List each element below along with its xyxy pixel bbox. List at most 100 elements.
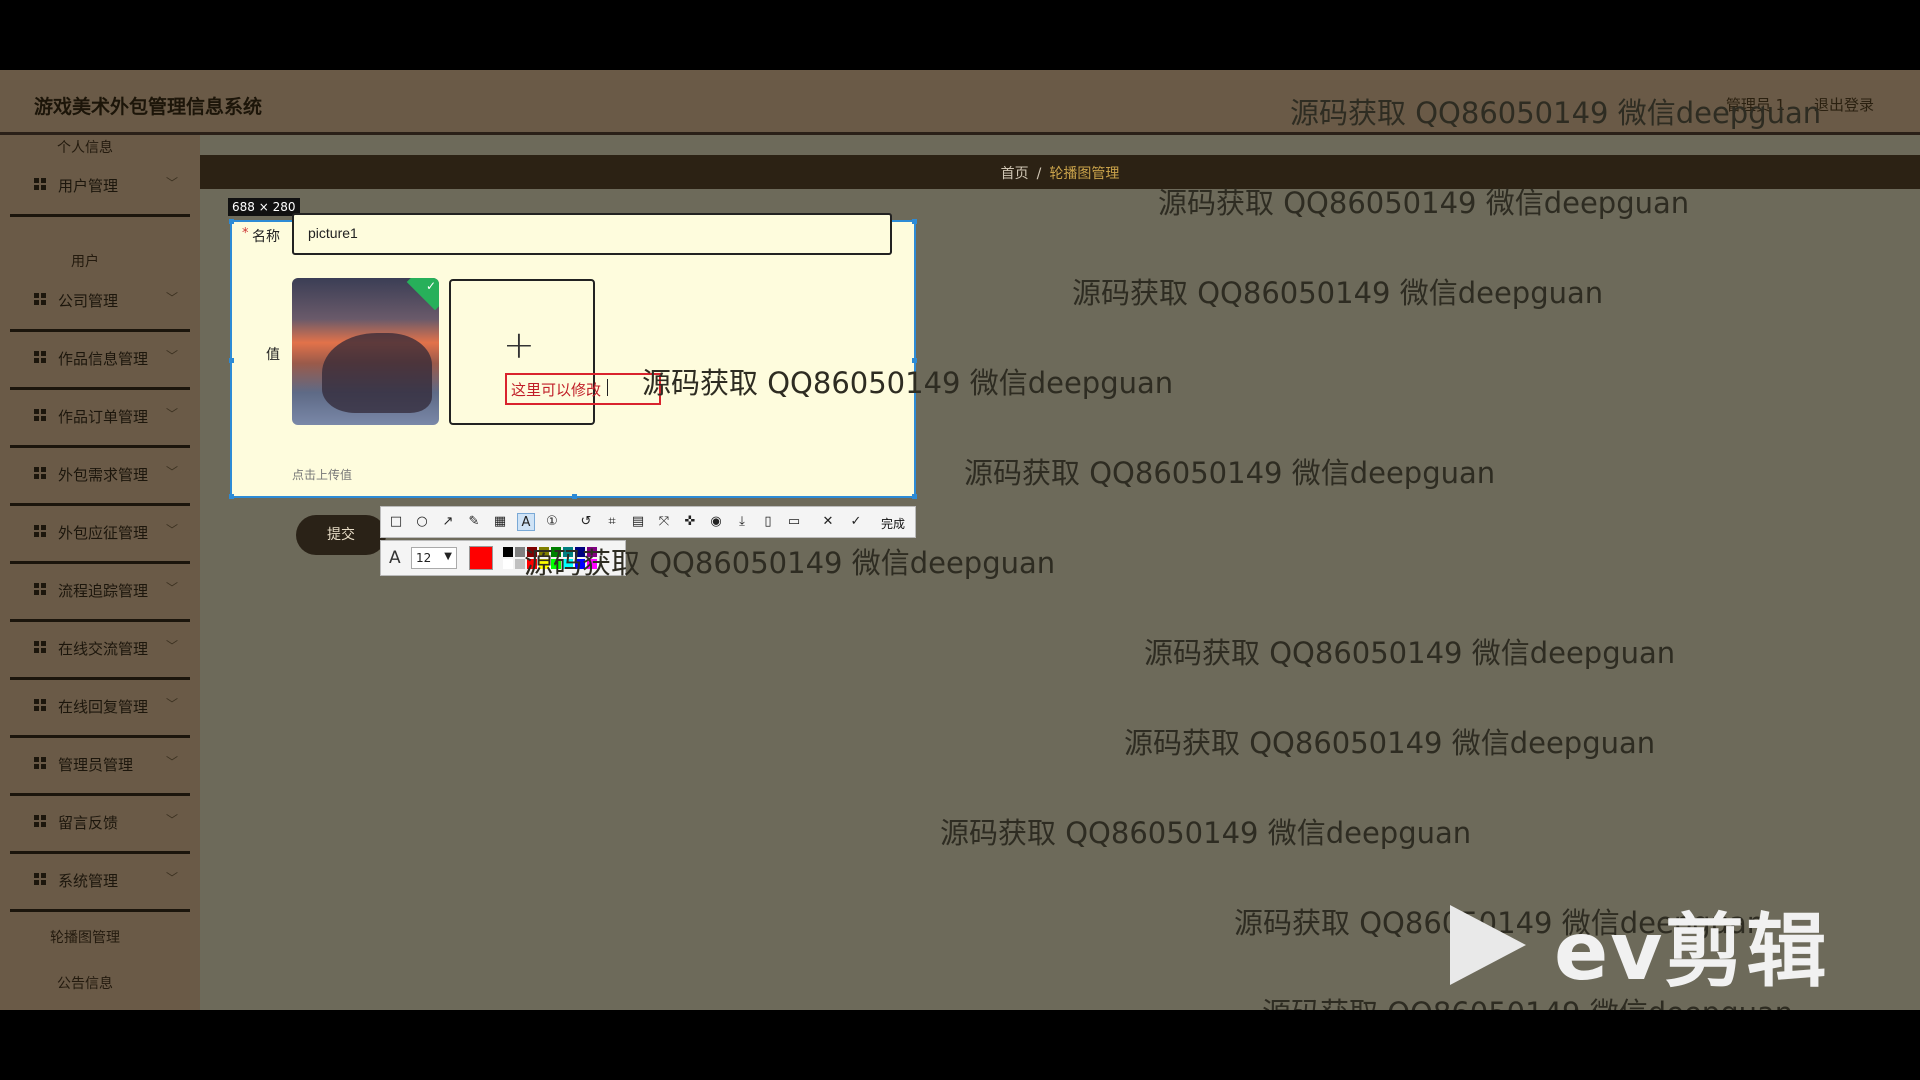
logout-link[interactable]: 退出登录 [1814, 96, 1874, 114]
grid-icon [34, 293, 46, 305]
sidebar-item-label: 在线回复管理 [58, 698, 149, 716]
pencil-icon[interactable]: ✎ [465, 513, 483, 531]
resize-handle[interactable] [912, 219, 917, 224]
submit-button[interactable]: 提交 [296, 515, 386, 555]
chevron-down-icon: ﹀ [165, 871, 178, 885]
text-icon[interactable]: A [517, 513, 535, 531]
sidebar-item-label: 作品信息管理 [58, 350, 149, 368]
number-icon[interactable]: ① [543, 513, 561, 531]
font-size-select[interactable]: 12 ▼ [411, 547, 457, 569]
sidebar-item-label: 在线交流管理 [58, 640, 149, 658]
sidebar-item-label: 管理员管理 [58, 756, 134, 774]
sidebar-subitem-carousel[interactable]: 轮播图管理 [0, 927, 170, 947]
check-icon[interactable]: ✓ [847, 513, 865, 531]
sidebar-item-label: 外包需求管理 [58, 466, 149, 484]
app-screen: 游戏美术外包管理信息系统 管理员 1 退出登录 个人信息 用户管理 ﹀ 用户 公… [0, 70, 1920, 1010]
annotation-text: 这里可以修改 [511, 381, 602, 399]
grid-icon [34, 178, 46, 190]
done-button[interactable]: 完成 [881, 515, 905, 532]
resize-handle[interactable] [572, 494, 577, 499]
sidebar-item-orders[interactable]: 作品订单管理 ﹀ [10, 389, 190, 448]
font-icon: A [389, 548, 401, 568]
capture-size-label: 688 × 280 [228, 198, 300, 216]
undo-icon[interactable]: ↺ [577, 513, 595, 531]
watermark-text: 源码获取 QQ86050149 微信deepguan [1290, 96, 1822, 130]
scroll-icon[interactable]: ⤧ [655, 513, 673, 531]
name-label: 名称 [252, 229, 280, 245]
resize-handle[interactable] [229, 494, 234, 499]
sidebar-item-label: 流程追踪管理 [58, 582, 149, 600]
download-icon[interactable]: ⤓ [733, 513, 751, 531]
monitor-icon [34, 583, 46, 595]
sidebar-item-replies[interactable]: 在线回复管理 ﹀ [10, 679, 190, 738]
chevron-down-icon: ﹀ [165, 639, 178, 653]
copy-icon[interactable]: ▯ [759, 513, 777, 531]
sidebar-item-label: 外包应征管理 [58, 524, 149, 542]
current-color-swatch[interactable] [469, 546, 493, 570]
watermark-text: 源码获取 QQ86050149 微信deepguan [964, 456, 1496, 490]
sidebar-item-system[interactable]: 系统管理 ﹀ [10, 853, 190, 912]
arrow-icon[interactable]: ↗ [439, 513, 457, 531]
list-icon [34, 351, 46, 363]
pin-icon[interactable]: ✜ [681, 513, 699, 531]
grid-icon [34, 699, 46, 711]
mosaic-icon[interactable]: ▦ [491, 513, 509, 531]
chevron-down-icon: ﹀ [165, 697, 178, 711]
sidebar-item-admins[interactable]: 管理员管理 ﹀ [10, 737, 190, 796]
ocr-icon[interactable]: ▤ [629, 513, 647, 531]
sidebar-item-tracking[interactable]: 流程追踪管理 ﹀ [10, 563, 190, 622]
breadcrumb-current: 轮播图管理 [1049, 166, 1120, 182]
close-icon[interactable]: ✕ [819, 513, 837, 531]
chevron-down-icon: ﹀ [165, 291, 178, 305]
name-input[interactable]: picture1 [292, 213, 892, 255]
chevron-down-icon: ﹀ [165, 465, 178, 479]
chevron-down-icon: ﹀ [165, 349, 178, 363]
watermark-text: 源码获取 QQ86050149 微信deepguan [1124, 726, 1656, 760]
chevron-down-icon: ﹀ [165, 523, 178, 537]
color-swatch[interactable] [503, 547, 513, 557]
sidebar: 个人信息 用户管理 ﹀ 用户 公司管理 ﹀ 作品信息管理 ﹀ 作品订单管理 ﹀ … [0, 135, 200, 1010]
grid-icon [34, 873, 46, 885]
bar-chart-icon [34, 641, 46, 653]
ev-logo-text: ev剪辑 [1554, 905, 1829, 998]
breadcrumb-home[interactable]: 首页 [1001, 166, 1029, 182]
ellipse-icon[interactable]: ○ [413, 513, 431, 531]
sidebar-item-profile[interactable]: 个人信息 [0, 137, 170, 157]
color-swatch[interactable] [503, 559, 513, 569]
sidebar-item-label: 用户管理 [58, 177, 119, 195]
sidebar-item-works[interactable]: 作品信息管理 ﹀ [10, 331, 190, 390]
sidebar-item-label: 作品订单管理 [58, 408, 149, 426]
grid-icon [34, 525, 46, 537]
monitor-icon [34, 467, 46, 479]
resize-handle[interactable] [912, 494, 917, 499]
sidebar-item-demands[interactable]: 外包需求管理 ﹀ [10, 447, 190, 506]
crop-icon[interactable]: ⌗ [603, 513, 621, 531]
rect-icon[interactable]: □ [387, 513, 405, 531]
value-label: 值 [266, 347, 280, 363]
breadcrumb-separator: / [1036, 166, 1042, 182]
sidebar-item-label: 系统管理 [58, 872, 119, 890]
sidebar-item-chat[interactable]: 在线交流管理 ﹀ [10, 621, 190, 680]
resize-handle[interactable] [229, 219, 234, 224]
watermark-text: 源码获取 QQ86050149 微信deepguan [1072, 276, 1604, 310]
watermark-text: 源码获取 QQ86050149 微信deepguan [524, 546, 1056, 580]
record-icon[interactable]: ◉ [707, 513, 725, 531]
resize-handle[interactable] [229, 358, 234, 363]
sidebar-subitem-notices[interactable]: 公告信息 [0, 973, 170, 993]
sidebar-item-feedback[interactable]: 留言反馈 ﹀ [10, 795, 190, 854]
uploaded-image-thumbnail[interactable]: ✓ [292, 278, 439, 425]
chevron-down-icon: ﹀ [165, 407, 178, 421]
font-size-value: 12 [416, 551, 432, 565]
check-icon: ✓ [425, 279, 436, 293]
grid-icon [34, 757, 46, 769]
bookmark-icon[interactable]: ▭ [785, 513, 803, 531]
play-icon [1450, 905, 1526, 985]
watermark-text: 源码获取 QQ86050149 微信deepguan [642, 366, 1174, 400]
sidebar-subitem-users[interactable]: 用户 [0, 251, 170, 271]
sidebar-item-user-management[interactable]: 用户管理 ﹀ [10, 158, 190, 217]
sidebar-item-company[interactable]: 公司管理 ﹀ [10, 273, 190, 332]
sidebar-item-applications[interactable]: 外包应征管理 ﹀ [10, 505, 190, 564]
list-icon [34, 815, 46, 827]
app-title: 游戏美术外包管理信息系统 [34, 96, 263, 118]
ev-logo: ev剪辑 [1450, 905, 1850, 1015]
